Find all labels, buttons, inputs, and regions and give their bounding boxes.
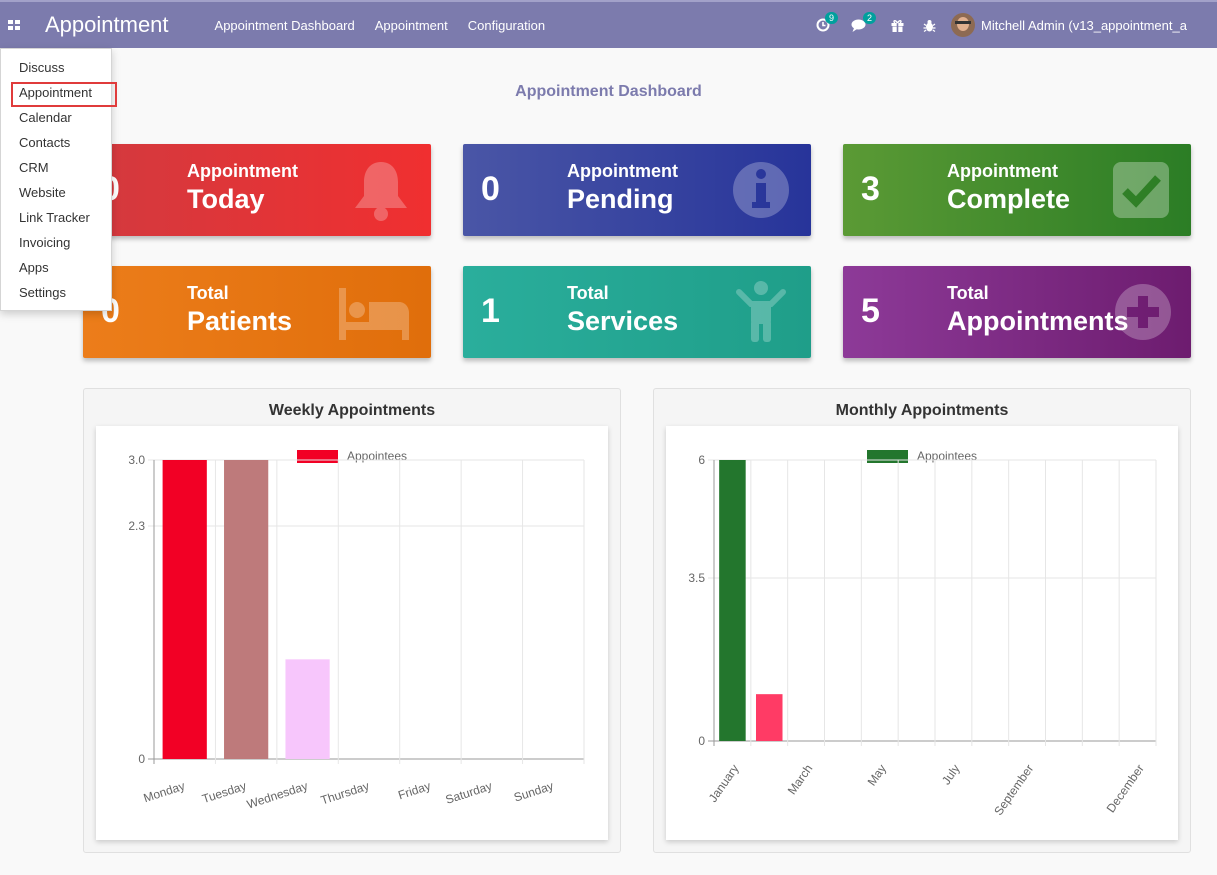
messages-badge: 2 (863, 12, 877, 24)
x-tick-label: May (865, 762, 889, 789)
weekly-chart-box: Appointees 3.0 2.3 0 Monday Tuesday Wednesday… (96, 426, 608, 840)
info-circle-icon (733, 162, 789, 218)
activity-badge: 9 (825, 12, 839, 24)
card-value: 5 (861, 292, 880, 330)
app-item-calendar[interactable]: Calendar (1, 107, 111, 132)
apps-menu-button[interactable] (0, 2, 28, 48)
card-value: 3 (861, 170, 880, 208)
gift-button[interactable] (891, 15, 904, 35)
x-tick-label: Saturday (444, 779, 494, 807)
app-item-crm[interactable]: CRM (1, 157, 111, 182)
card-appointment-today[interactable]: 0 Appointment Today (83, 144, 431, 236)
grid-icon (8, 20, 20, 30)
y-tick-label: 0 (698, 734, 705, 748)
check-square-icon (1113, 162, 1169, 218)
card-label-main: Today (187, 184, 265, 214)
app-item-settings[interactable]: Settings (1, 282, 111, 307)
app-item-apps[interactable]: Apps (1, 257, 111, 282)
y-tick-label: 3.5 (688, 571, 705, 585)
menu-configuration[interactable]: Configuration (468, 18, 545, 33)
x-tick-label: Tuesday (200, 779, 248, 806)
monthly-chart-panel: Monthly Appointments Appointees 6 3.5 0 Jan… (653, 388, 1191, 853)
card-label-main: Services (567, 306, 679, 336)
x-tick-label: Thursday (319, 779, 371, 808)
gift-icon (891, 19, 904, 32)
card-label-top: Appointment (187, 161, 298, 181)
weekly-chart-panel: Weekly Appointments Appointees 3.0 2.3 0 Mo… (83, 388, 621, 853)
user-menu[interactable]: Mitchell Admin (v13_appointment_a (951, 13, 1187, 37)
bar-wednesday (285, 659, 330, 759)
bug-icon (923, 19, 936, 32)
x-tick-label: Sunday (512, 779, 555, 805)
card-label-main: Appointments (947, 306, 1129, 336)
bell-icon (355, 162, 407, 221)
card-total-services[interactable]: 1 Total Services (463, 266, 811, 358)
card-appointment-pending[interactable]: 0 Appointment Pending (463, 144, 811, 236)
card-label-main: Patients (187, 306, 293, 336)
weekly-chart: 3.0 2.3 0 Monday TuesdayWednesday Thursday Fri… (128, 453, 585, 812)
card-appointment-complete[interactable]: 3 Appointment Complete (843, 144, 1191, 236)
x-tick-label: Monday (142, 779, 187, 806)
monthly-chart-title: Monthly Appointments (835, 402, 1009, 419)
y-tick-label: 2.3 (128, 519, 145, 533)
main-menu: Appointment Dashboard Appointment Config… (215, 18, 566, 33)
bar-tuesday (224, 460, 269, 759)
bar-january (719, 460, 746, 741)
menu-appointment-dashboard[interactable]: Appointment Dashboard (215, 18, 355, 33)
card-label-main: Complete (947, 184, 1071, 214)
y-tick-label: 6 (698, 453, 705, 467)
app-item-contacts[interactable]: Contacts (1, 132, 111, 157)
child-icon (736, 281, 786, 342)
x-tick-label: July (939, 762, 963, 788)
card-total-appointments[interactable]: 5 Total Appointments (843, 266, 1191, 358)
apps-dropdown: Discuss Appointment Calendar Contacts CR… (0, 48, 117, 311)
x-tick-label: March (785, 762, 816, 797)
x-tick-label: Friday (396, 779, 432, 803)
y-tick-label: 0 (138, 752, 145, 766)
dashboard-title: Appointment Dashboard (515, 83, 702, 100)
app-item-invoicing[interactable]: Invoicing (1, 232, 111, 257)
app-title[interactable]: Appointment (45, 12, 169, 38)
app-item-appointment[interactable]: Appointment (11, 82, 117, 107)
app-item-website[interactable]: Website (1, 182, 111, 207)
top-navbar: Appointment Appointment Dashboard Appoin… (0, 0, 1217, 48)
card-label-top: Appointment (947, 161, 1058, 181)
card-total-patients[interactable]: 0 Total Patients (83, 266, 431, 358)
card-label-top: Total (567, 283, 609, 303)
app-item-link-tracker[interactable]: Link Tracker (1, 207, 111, 232)
x-tick-label: January (706, 762, 742, 805)
x-tick-label: September (991, 762, 1036, 818)
activity-button[interactable]: 9 (816, 12, 839, 35)
messages-button[interactable]: 2 (851, 12, 877, 35)
card-value: 1 (481, 292, 500, 330)
plus-circle-icon (1115, 284, 1171, 340)
monthly-chart: 6 3.5 0January March May July September Decembe… (688, 453, 1157, 818)
bar-february (755, 694, 783, 741)
card-label-main: Pending (567, 184, 674, 214)
bed-icon (339, 288, 409, 340)
avatar (951, 13, 975, 37)
card-label-top: Total (187, 283, 229, 303)
y-tick-label: 3.0 (128, 453, 145, 467)
x-tick-label: December (1104, 762, 1147, 815)
x-tick-label: Wednesday (245, 779, 309, 812)
menu-appointment[interactable]: Appointment (375, 18, 448, 33)
user-name: Mitchell Admin (v13_appointment_a (981, 17, 1187, 33)
bar-monday (162, 460, 207, 759)
card-value: 0 (481, 170, 500, 208)
app-item-discuss[interactable]: Discuss (1, 57, 111, 82)
systray: 9 2 Mitchell Admin (v13_appointment_a (816, 2, 1187, 48)
monthly-chart-box: Appointees 6 3.5 0 January March May July Septe… (666, 426, 1178, 840)
card-label-top: Total (947, 283, 989, 303)
card-label-top: Appointment (567, 161, 678, 181)
debug-button[interactable] (923, 15, 936, 35)
weekly-chart-title: Weekly Appointments (268, 402, 436, 419)
